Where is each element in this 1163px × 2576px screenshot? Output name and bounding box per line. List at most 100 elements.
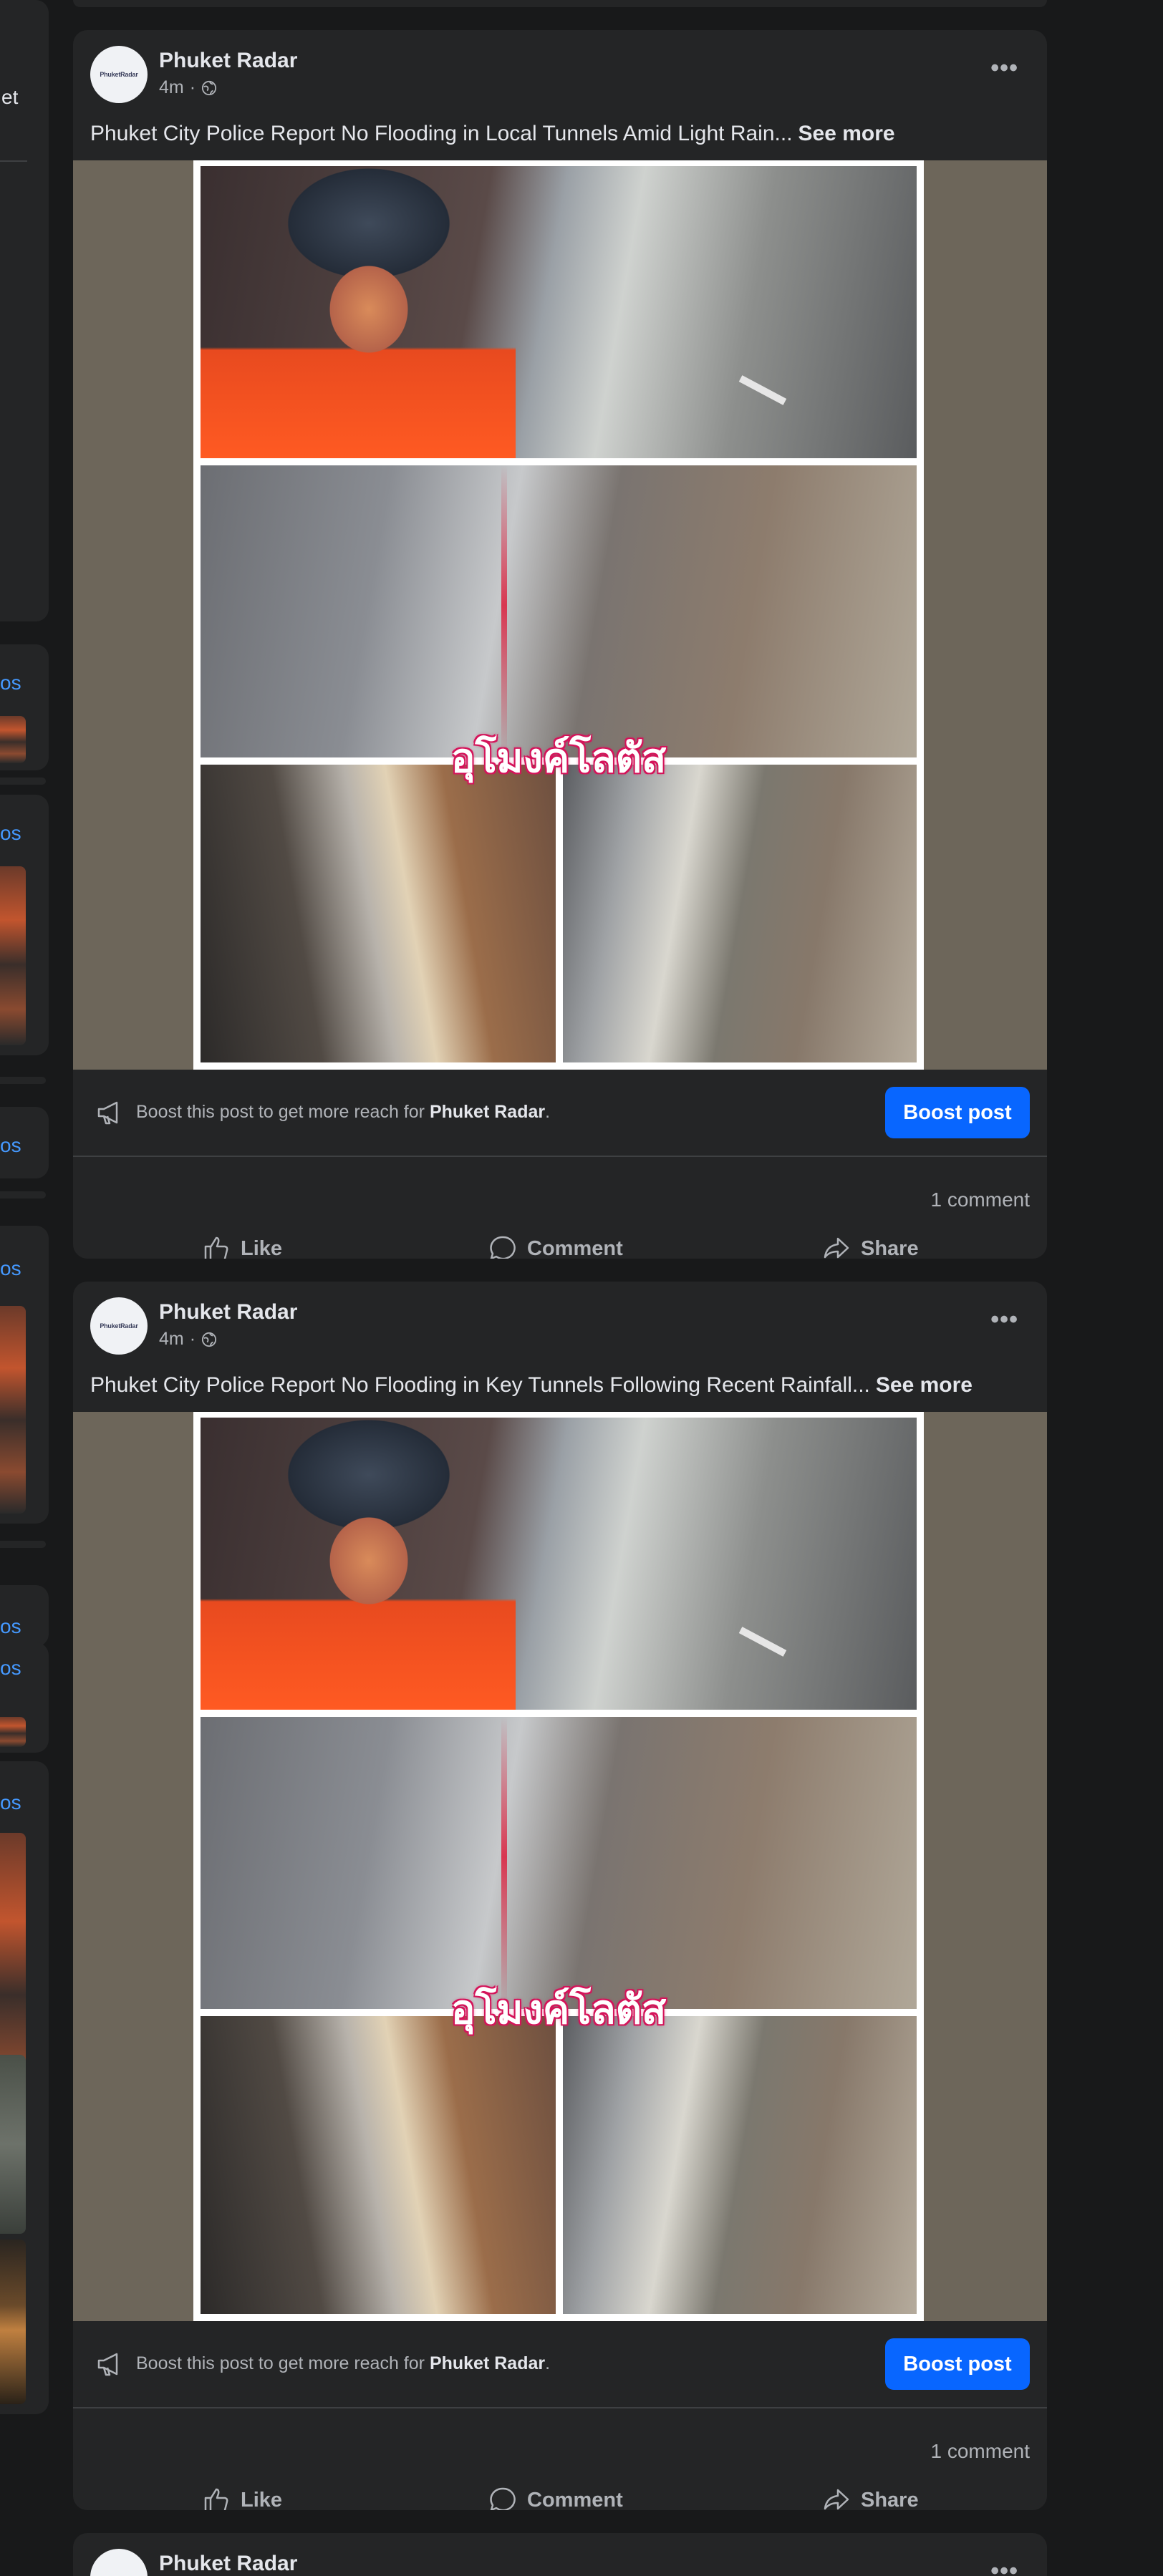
image-overlay-text: อุโมงค์โลตัส xyxy=(450,735,667,782)
boost-post-button[interactable]: Boost post xyxy=(885,2338,1030,2390)
photo-tunnel-right xyxy=(563,2016,917,2314)
comment-button[interactable]: Comment xyxy=(488,2486,623,2510)
post-media[interactable]: อุโมงค์โลตัส xyxy=(73,160,1047,1070)
boost-suffix: . xyxy=(545,1102,551,1122)
boost-bar: Boost this post to get more reach for Ph… xyxy=(73,2321,1047,2408)
post-caption: Phuket City Police Report No Flooding in… xyxy=(90,1373,973,1398)
sidebar-link[interactable]: os xyxy=(0,1791,21,1814)
sidebar-thumbnail[interactable] xyxy=(0,716,26,763)
sidebar-shortcut-card: os xyxy=(0,795,49,1055)
previous-post-card-edge xyxy=(73,0,1047,7)
sidebar-link[interactable]: os xyxy=(0,672,21,694)
more-options-icon[interactable]: ••• xyxy=(990,2557,1018,2576)
like-button[interactable]: Like xyxy=(202,2486,282,2510)
sidebar-thumbnail[interactable] xyxy=(0,866,26,1045)
comment-icon xyxy=(490,1236,516,1259)
sidebar-strip xyxy=(0,1191,46,1199)
image-overlay-text: อุโมงค์โลตัส xyxy=(450,1987,667,2033)
boost-suffix: . xyxy=(545,2353,551,2373)
comment-count[interactable]: 1 comment xyxy=(931,1188,1031,1211)
sidebar-divider xyxy=(0,160,27,162)
page-avatar[interactable] xyxy=(90,2549,148,2576)
share-button[interactable]: Share xyxy=(822,2486,919,2510)
caption-text: Phuket City Police Report No Flooding in… xyxy=(90,1373,870,1397)
comment-icon xyxy=(490,2487,516,2510)
photo-tunnel-lane xyxy=(201,465,917,757)
post-author[interactable]: Phuket Radar xyxy=(159,2552,297,2576)
sidebar-thumbnail[interactable] xyxy=(0,2240,26,2404)
sidebar-link[interactable]: os xyxy=(0,1615,21,1638)
globe-icon xyxy=(201,1332,217,1347)
post-header: PhuketRadar Phuket Radar 4m · ••• xyxy=(73,1282,1047,1360)
post-caption: Phuket City Police Report No Flooding in… xyxy=(90,122,895,146)
comment-label: Comment xyxy=(527,2488,623,2511)
sidebar-shortcut-card: os xyxy=(0,644,49,770)
boost-page-name: Phuket Radar xyxy=(429,2353,546,2373)
sidebar-shortcut-card: os xyxy=(0,1226,49,1524)
like-label: Like xyxy=(241,2488,283,2511)
share-button[interactable]: Share xyxy=(822,1234,919,1259)
photo-tunnel-left xyxy=(201,765,556,1062)
photo-tunnel-lane xyxy=(201,1717,917,2009)
post-header: Phuket Radar ••• xyxy=(73,2533,1047,2576)
post-media[interactable]: อุโมงค์โลตัส xyxy=(73,1412,1047,2321)
page-avatar[interactable]: PhuketRadar xyxy=(90,46,148,103)
post-actions: Like Comment Share xyxy=(73,1219,1047,1259)
megaphone-icon xyxy=(97,2353,118,2376)
photo-collage: อุโมงค์โลตัส xyxy=(193,1412,924,2321)
comment-label: Comment xyxy=(527,1236,623,1259)
sidebar-shortcut-card: os xyxy=(0,1761,49,2414)
post-meta: 4m · xyxy=(159,77,217,98)
page-avatar[interactable]: PhuketRadar xyxy=(90,1297,148,1355)
sidebar-thumbnail[interactable] xyxy=(0,1717,26,1747)
post-time[interactable]: 4m xyxy=(159,1329,184,1350)
feed-post: PhuketRadar Phuket Radar 4m · ••• Phuket… xyxy=(73,30,1047,1259)
sidebar-link[interactable]: os xyxy=(0,822,21,845)
share-icon xyxy=(824,2489,849,2510)
boost-bar: Boost this post to get more reach for Ph… xyxy=(73,1070,1047,1157)
photo-officer-in-tunnel xyxy=(201,166,917,458)
photo-tunnel-right xyxy=(563,765,917,1062)
post-header: PhuketRadar Phuket Radar 4m · ••• xyxy=(73,30,1047,109)
caption-text: Phuket City Police Report No Flooding in… xyxy=(90,122,793,145)
share-icon xyxy=(824,1237,849,1259)
sidebar-card: et xyxy=(0,0,49,621)
sidebar-shortcut-card: os xyxy=(0,1642,49,1753)
boost-prefix: Boost this post to get more reach for xyxy=(136,1102,425,1122)
photo-tunnel-left xyxy=(201,2016,556,2314)
post-author[interactable]: Phuket Radar xyxy=(159,49,297,73)
like-button[interactable]: Like xyxy=(202,1234,282,1259)
globe-icon xyxy=(201,80,217,95)
boost-post-button[interactable]: Boost post xyxy=(885,1087,1030,1138)
sidebar-strip xyxy=(0,1541,46,1548)
post-author[interactable]: Phuket Radar xyxy=(159,1300,297,1325)
photo-collage: อุโมงค์โลตัส xyxy=(193,160,924,1070)
boost-message: Boost this post to get more reach for Ph… xyxy=(136,1102,550,1123)
comment-count[interactable]: 1 comment xyxy=(931,2440,1031,2463)
more-options-icon[interactable]: ••• xyxy=(990,54,1018,82)
sidebar-link[interactable]: os xyxy=(0,1257,21,1280)
feed-post: Phuket Radar ••• xyxy=(73,2533,1047,2576)
sidebar-shortcut-card: os xyxy=(0,1107,49,1178)
sidebar-shortcut-card: os xyxy=(0,1585,49,1647)
sidebar-thumbnail[interactable] xyxy=(0,1306,26,1514)
like-label: Like xyxy=(241,1236,283,1259)
megaphone-icon xyxy=(97,1101,118,1125)
boost-prefix: Boost this post to get more reach for xyxy=(136,2353,425,2373)
post-time[interactable]: 4m xyxy=(159,77,184,98)
photo-officer-in-tunnel xyxy=(201,1418,917,1710)
more-options-icon[interactable]: ••• xyxy=(990,1306,1018,1334)
lane-marking xyxy=(738,375,787,405)
feed-post: PhuketRadar Phuket Radar 4m · ••• Phuket… xyxy=(73,1282,1047,2510)
see-more-link[interactable]: See more xyxy=(876,1373,973,1397)
share-label: Share xyxy=(861,2488,919,2511)
comment-button[interactable]: Comment xyxy=(488,1234,623,1259)
sidebar-link[interactable]: os xyxy=(0,1134,21,1157)
boost-message: Boost this post to get more reach for Ph… xyxy=(136,2353,550,2374)
see-more-link[interactable]: See more xyxy=(798,122,895,145)
sidebar-thumbnail[interactable] xyxy=(0,2055,26,2234)
like-icon xyxy=(204,2488,228,2510)
sidebar-link[interactable]: os xyxy=(0,1657,21,1680)
boost-page-name: Phuket Radar xyxy=(429,1102,546,1122)
meta-separator: · xyxy=(189,1329,196,1349)
